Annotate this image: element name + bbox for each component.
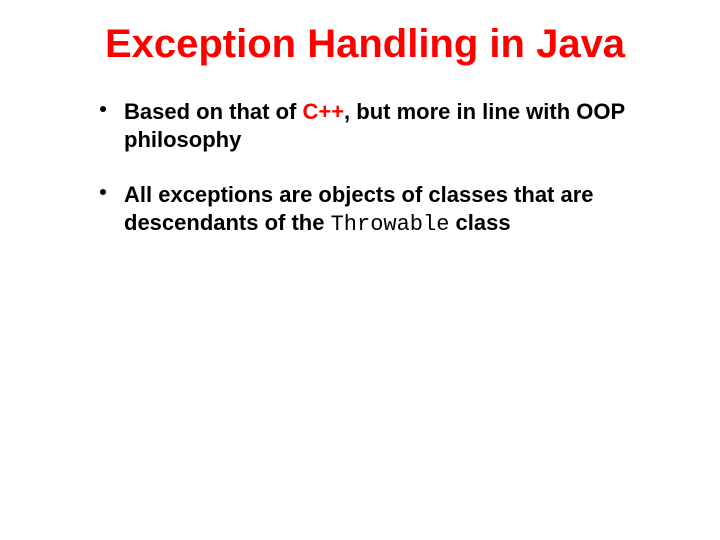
slide-title: Exception Handling in Java [60, 20, 670, 68]
throwable-code: Throwable [331, 212, 450, 237]
bullet-list: Based on that of C++, but more in line w… [60, 98, 670, 238]
list-item: Based on that of C++, but more in line w… [100, 98, 670, 153]
bullet-icon [100, 106, 106, 112]
bullet-text-suffix: class [449, 210, 510, 235]
cpp-highlight: C++ [302, 99, 344, 124]
bullet-icon [100, 189, 106, 195]
bullet-text-prefix: Based on that of [124, 99, 302, 124]
list-item: All exceptions are objects of classes th… [100, 181, 670, 238]
